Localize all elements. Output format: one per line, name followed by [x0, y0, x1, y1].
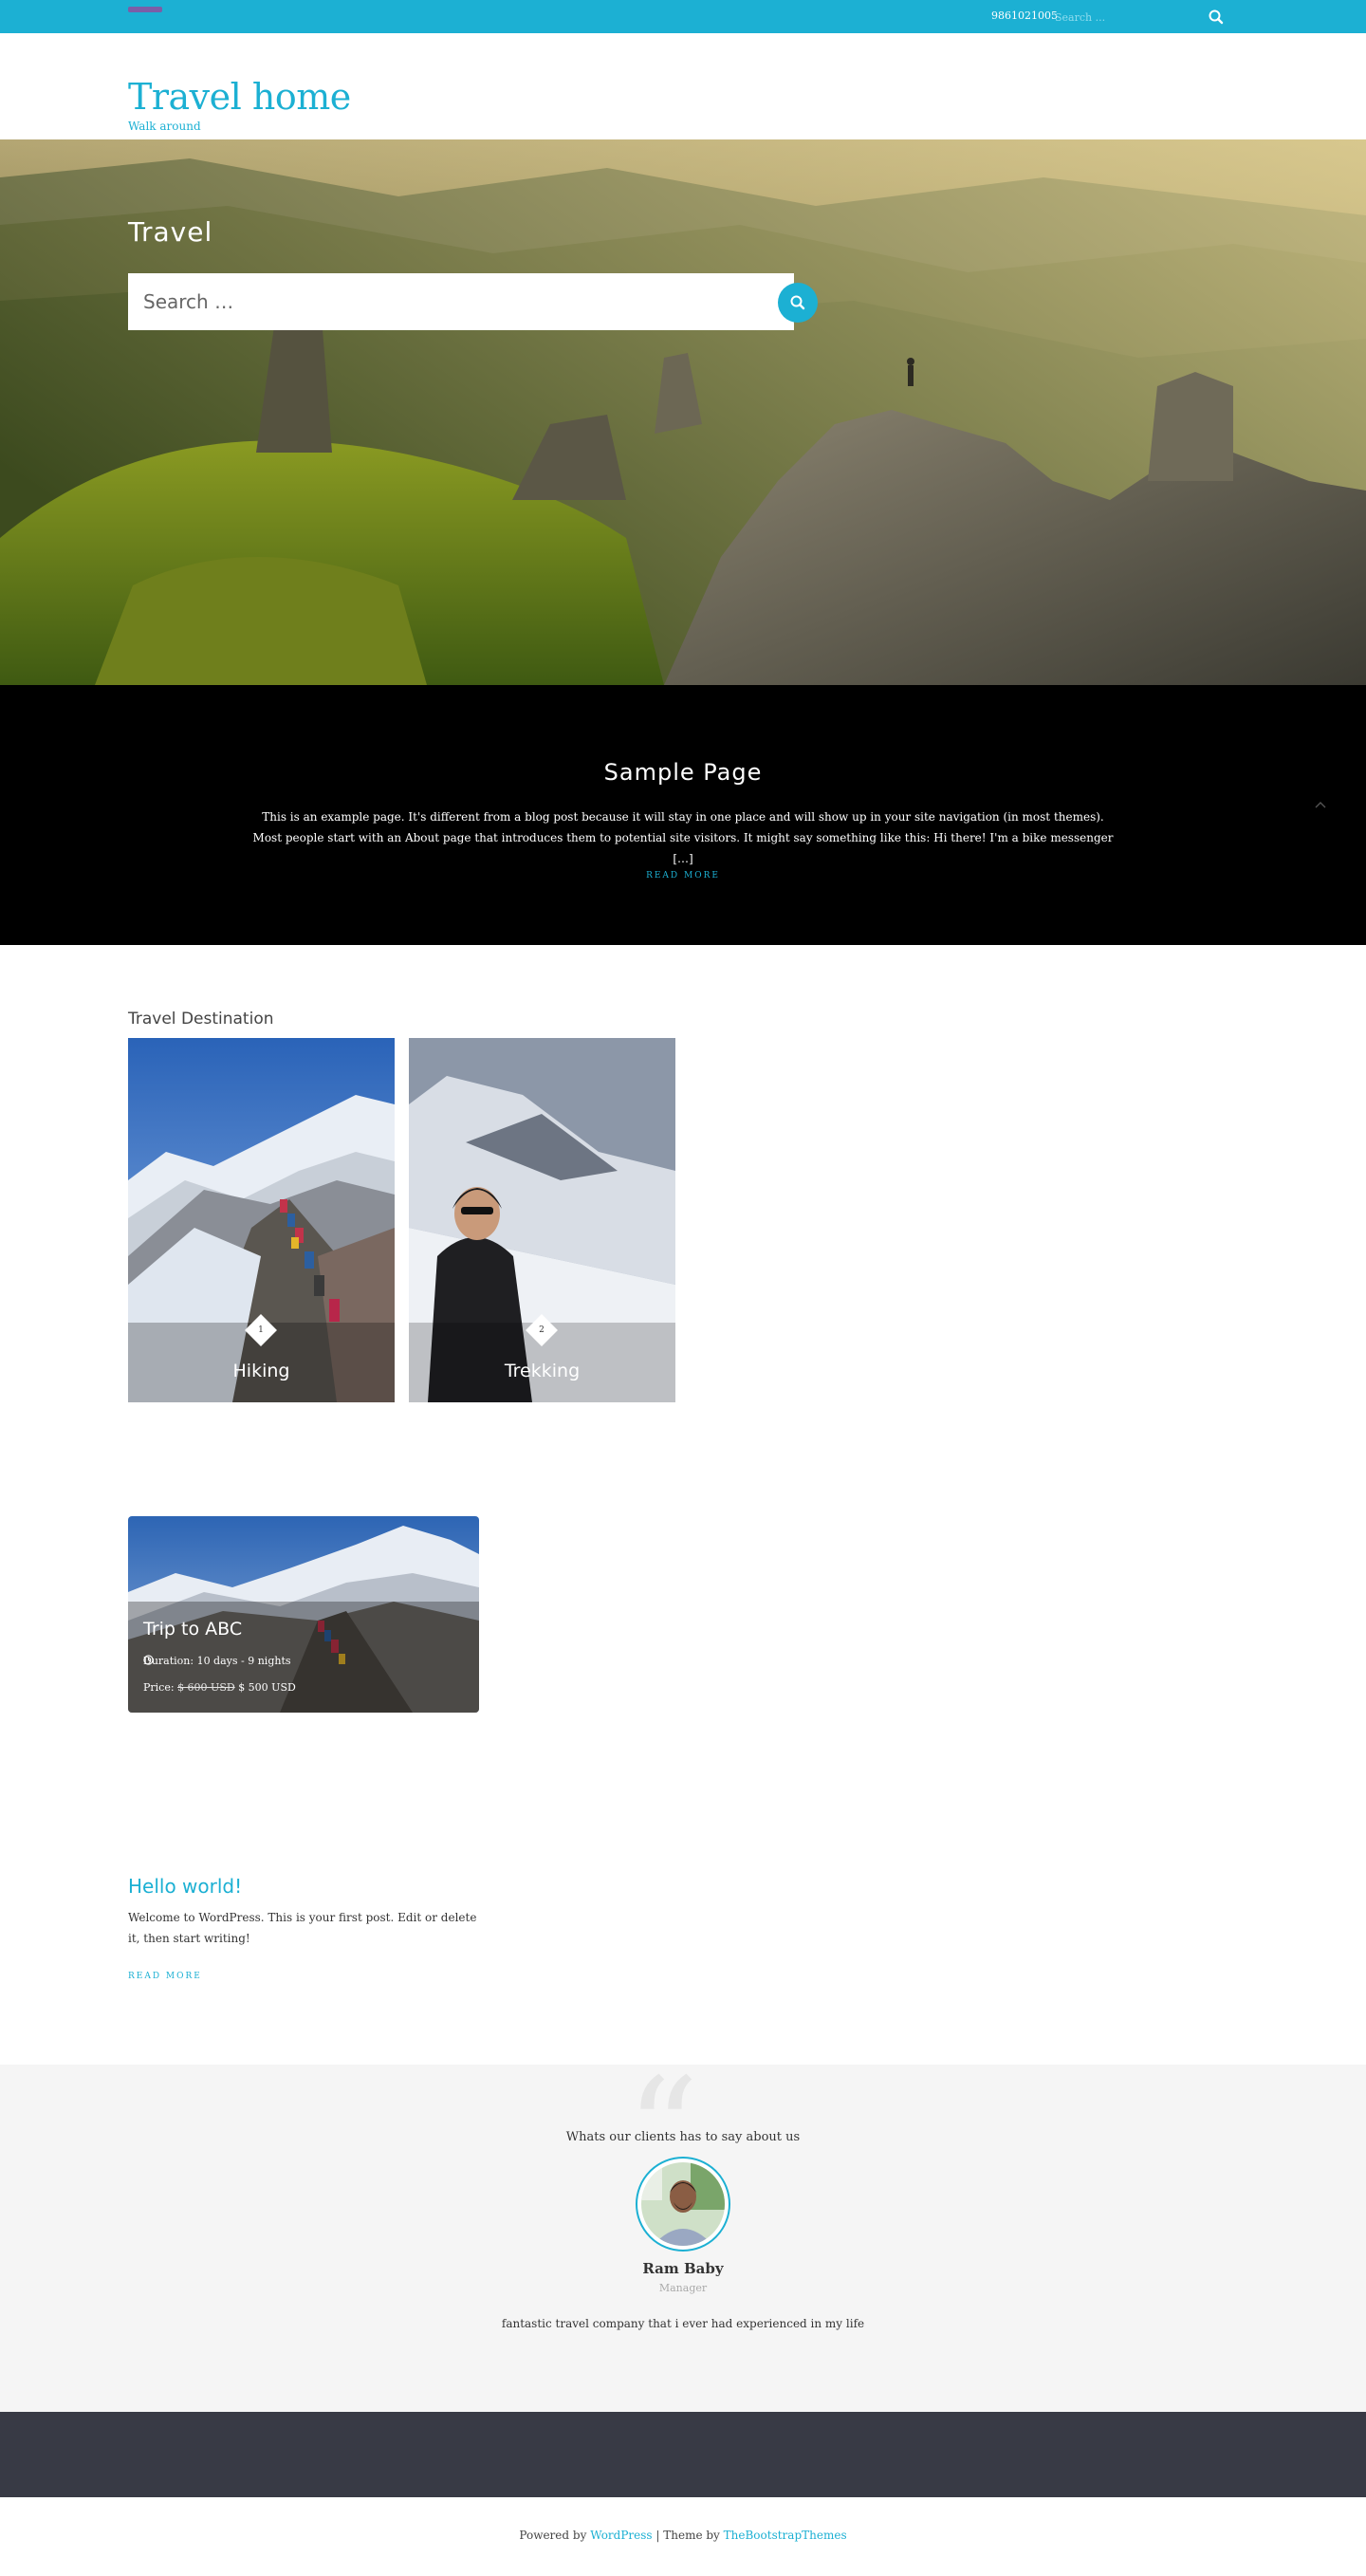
post-read-more-link[interactable]: READ MORE: [128, 1972, 202, 1981]
menu-toggle-button[interactable]: [128, 7, 162, 12]
footer-credit: Powered by WordPress | Theme by TheBoots…: [0, 2529, 1366, 2542]
phone-number: 9861021005: [991, 9, 1058, 22]
top-bar: 9861021005: [0, 0, 1366, 33]
featured-page-excerpt: This is an example page. It's different …: [252, 810, 1114, 865]
chevron-up-icon: [1315, 802, 1326, 808]
hero-search-input[interactable]: [128, 273, 794, 330]
wordpress-link[interactable]: WordPress: [590, 2529, 652, 2542]
search-icon: [790, 295, 805, 310]
trip-title: Trip to ABC: [143, 1619, 243, 1640]
trip-duration-text: Duration: 10 days - 9 nights: [143, 1655, 291, 1667]
featured-page-read-more-link[interactable]: READ MORE: [0, 871, 1366, 880]
theme-author-link[interactable]: TheBootstrapThemes: [724, 2529, 847, 2542]
scroll-to-top-icon[interactable]: [1315, 797, 1326, 812]
trip-price-label: Price:: [143, 1681, 175, 1694]
trekking-image: [409, 1038, 675, 1402]
powered-by-text: Powered by: [519, 2529, 587, 2542]
trip-price: Price: $ 600 USD $ 500 USD: [143, 1681, 296, 1694]
destination-card-trekking[interactable]: 2 Trekking: [409, 1038, 675, 1402]
destination-number: 1: [258, 1325, 264, 1335]
avatar: [636, 2157, 730, 2252]
post-title-link[interactable]: Hello world!: [128, 1875, 242, 1898]
topbar-search-input[interactable]: [1055, 8, 1205, 27]
trip-price-new: $ 500 USD: [238, 1681, 296, 1694]
trip-price-old: $ 600 USD: [177, 1681, 235, 1694]
destinations-heading: Travel Destination: [128, 1010, 274, 1029]
trip-card[interactable]: Trip to ABC Duration: 10 days - 9 nights…: [128, 1516, 479, 1713]
hero-title: Travel: [128, 216, 213, 248]
search-icon: [1209, 9, 1224, 25]
destination-number-badge: 1: [245, 1314, 277, 1346]
destination-label: Hiking: [232, 1361, 290, 1381]
hero-search-button[interactable]: [778, 283, 818, 323]
destination-number-badge: 2: [526, 1314, 558, 1346]
post-excerpt: Welcome to WordPress. This is your first…: [128, 1911, 477, 1945]
testimonials-section: “ Whats our clients has to say about us …: [0, 2060, 1366, 2412]
hiking-image: [128, 1038, 395, 1402]
trip-duration: Duration: 10 days - 9 nights: [143, 1655, 291, 1667]
destination-label: Trekking: [504, 1361, 581, 1381]
clock-icon: [143, 1655, 154, 1665]
client-photo: [641, 2162, 725, 2246]
client-quote: fantastic travel company that i ever had…: [501, 2317, 865, 2330]
destination-card-hiking[interactable]: 1 Hiking: [128, 1038, 395, 1402]
destination-number: 2: [539, 1325, 545, 1335]
theme-by-text: | Theme by: [652, 2529, 724, 2542]
client-name: Ram Baby: [642, 2260, 724, 2277]
site-tagline: Walk around: [128, 120, 201, 133]
featured-page-section: Sample Page This is an example page. It'…: [0, 685, 1366, 945]
featured-page-title[interactable]: Sample Page: [0, 759, 1366, 786]
client-role: Manager: [658, 2282, 708, 2294]
footer-widget-area: [0, 2412, 1366, 2497]
testimonials-heading: Whats our clients has to say about us: [565, 2130, 801, 2144]
topbar-search-button[interactable]: [1207, 8, 1226, 27]
site-title[interactable]: Travel home: [128, 76, 351, 118]
